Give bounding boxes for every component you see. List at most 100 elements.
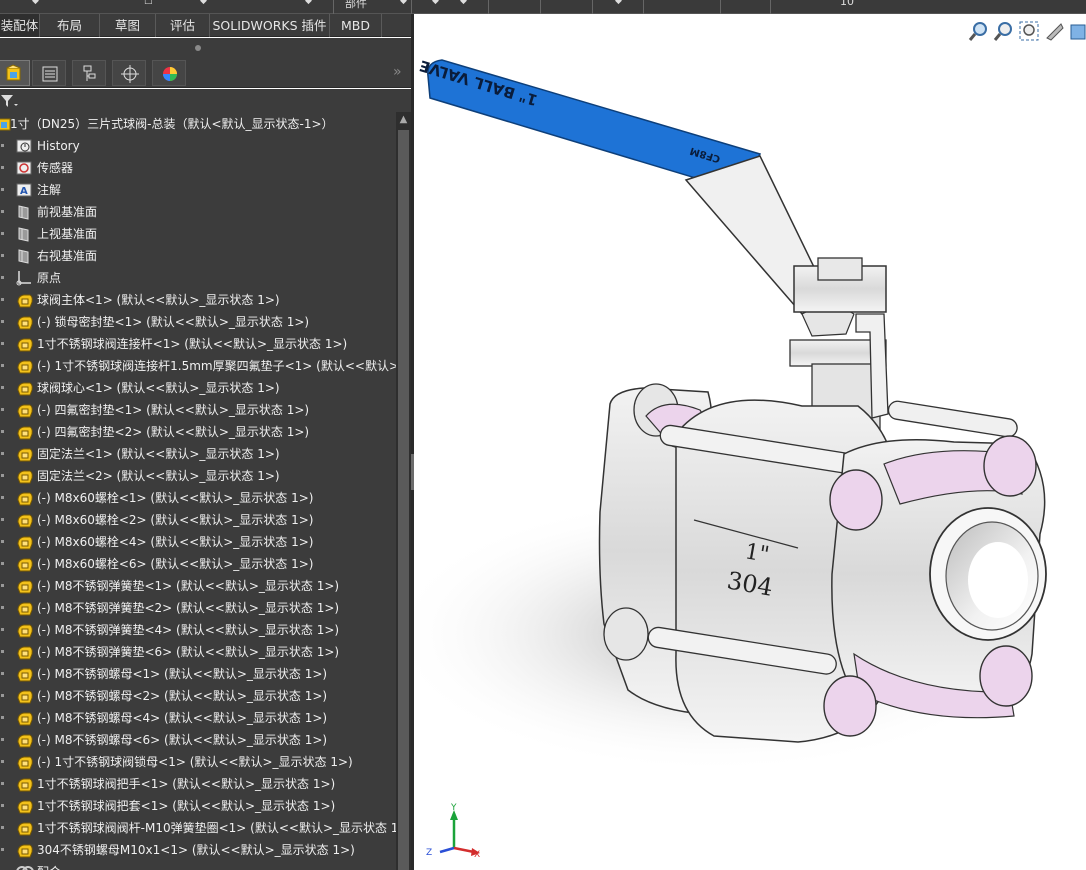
tree-item-label: (-) M8不锈钢弹簧垫<2> (默认<<默认>_显示状态 1>) <box>37 601 340 615</box>
tab-layout[interactable]: 布局 <box>40 14 100 37</box>
tree-item[interactable]: (-) M8不锈钢螺母<4> (默认<<默认>_显示状态 1>) <box>0 707 396 729</box>
dropdown-arrow-icon[interactable]: ◆ <box>615 0 622 6</box>
tree-item[interactable]: (-) 1寸不锈钢球阀连接杆1.5mm厚聚四氟垫子<1> (默认<<默认>_ <box>0 355 396 377</box>
tree-item[interactable]: (-) 四氟密封垫<2> (默认<<默认>_显示状态 1>) <box>0 421 396 443</box>
sensor-icon <box>16 160 32 180</box>
tab-sketch[interactable]: 草图 <box>100 14 156 37</box>
tree-item[interactable]: 配合 <box>0 861 396 870</box>
expand-toggle-icon[interactable] <box>1 320 4 323</box>
dropdown-arrow-icon[interactable]: □ <box>144 0 153 6</box>
tree-item[interactable]: 1寸不锈钢球阀把套<1> (默认<<默认>_显示状态 1>) <box>0 795 396 817</box>
expand-toggle-icon[interactable] <box>1 298 4 301</box>
tree-item[interactable]: History <box>0 135 396 157</box>
tree-item[interactable]: 固定法兰<2> (默认<<默认>_显示状态 1>) <box>0 465 396 487</box>
tree-root-assembly[interactable]: 1寸（DN25）三片式球阀-总装（默认<默认_显示状态-1>） <box>0 113 396 135</box>
expand-toggle-icon[interactable] <box>1 474 4 477</box>
tree-item[interactable]: 304不锈钢螺母M10x1<1> (默认<<默认>_显示状态 1>) <box>0 839 396 861</box>
tree-item[interactable]: (-) M8x60螺栓<2> (默认<<默认>_显示状态 1>) <box>0 509 396 531</box>
dropdown-arrow-icon[interactable]: ◆ <box>32 0 39 6</box>
filter-icon[interactable] <box>0 93 20 109</box>
feature-tree-tab[interactable] <box>0 60 30 86</box>
tree-item[interactable]: 右视基准面 <box>0 245 396 267</box>
expand-toggle-icon[interactable] <box>1 606 4 609</box>
expand-toggle-icon[interactable] <box>1 694 4 697</box>
expand-toggle-icon[interactable] <box>1 650 4 653</box>
expand-toggle-icon[interactable] <box>1 254 4 257</box>
coordinate-triad: Y X Z <box>426 803 480 860</box>
expand-toggle-icon[interactable] <box>1 562 4 565</box>
expand-toggle-icon[interactable] <box>1 408 4 411</box>
expand-toggle-icon[interactable] <box>1 166 4 169</box>
expand-chevron-icon[interactable]: » <box>393 64 402 80</box>
top-toolbar-strip: ◆ □ ◆ ◆ 部件 ◆ ◆ ◆ ◆ 10 <box>0 0 1086 14</box>
dropdown-arrow-icon[interactable]: ◆ <box>460 0 467 6</box>
tree-item[interactable]: (-) M8不锈钢弹簧垫<6> (默认<<默认>_显示状态 1>) <box>0 641 396 663</box>
graphics-area[interactable]: 1" BALL VALVE CF8M 1" 304 Y X Z <box>414 14 1086 870</box>
tree-item[interactable]: (-) M8不锈钢弹簧垫<4> (默认<<默认>_显示状态 1>) <box>0 619 396 641</box>
expand-toggle-icon[interactable] <box>1 386 4 389</box>
tree-vertical-scrollbar[interactable]: ▲ <box>396 112 411 870</box>
tree-item[interactable]: (-) 四氟密封垫<1> (默认<<默认>_显示状态 1>) <box>0 399 396 421</box>
expand-toggle-icon[interactable] <box>1 628 4 631</box>
tab-assembly[interactable]: 装配体 <box>0 14 40 37</box>
tree-item[interactable]: (-) M8不锈钢弹簧垫<2> (默认<<默认>_显示状态 1>) <box>0 597 396 619</box>
expand-toggle-icon[interactable] <box>1 804 4 807</box>
expand-toggle-icon[interactable] <box>1 342 4 345</box>
scroll-up-arrow-icon[interactable]: ▲ <box>396 112 411 128</box>
tree-item[interactable]: 球阀主体<1> (默认<<默认>_显示状态 1>) <box>0 289 396 311</box>
tree-item[interactable]: (-) M8x60螺栓<6> (默认<<默认>_显示状态 1>) <box>0 553 396 575</box>
panel-splitter[interactable] <box>0 38 411 58</box>
tree-item[interactable]: (-) M8不锈钢弹簧垫<1> (默认<<默认>_显示状态 1>) <box>0 575 396 597</box>
tree-item[interactable]: 固定法兰<1> (默认<<默认>_显示状态 1>) <box>0 443 396 465</box>
expand-toggle-icon[interactable] <box>1 430 4 433</box>
expand-toggle-icon[interactable] <box>1 738 4 741</box>
display-manager-tab[interactable] <box>152 60 186 86</box>
tree-item[interactable]: 上视基准面 <box>0 223 396 245</box>
tree-item[interactable]: (-) M8x60螺栓<4> (默认<<默认>_显示状态 1>) <box>0 531 396 553</box>
scroll-thumb[interactable] <box>398 130 409 870</box>
tree-item[interactable]: 1寸不锈钢球阀连接杆<1> (默认<<默认>_显示状态 1>) <box>0 333 396 355</box>
expand-toggle-icon[interactable] <box>1 672 4 675</box>
expand-toggle-icon[interactable] <box>1 848 4 851</box>
tree-item[interactable]: (-) M8不锈钢螺母<1> (默认<<默认>_显示状态 1>) <box>0 663 396 685</box>
dropdown-arrow-icon[interactable]: ◆ <box>200 0 207 6</box>
tab-mbd[interactable]: MBD <box>330 14 382 37</box>
tab-evaluate[interactable]: 评估 <box>156 14 210 37</box>
dropdown-arrow-icon[interactable]: ◆ <box>305 0 312 6</box>
expand-toggle-icon[interactable] <box>1 716 4 719</box>
expand-toggle-icon[interactable] <box>1 826 4 829</box>
tree-item[interactable]: A 注解 <box>0 179 396 201</box>
property-manager-tab[interactable] <box>32 60 66 86</box>
expand-toggle-icon[interactable] <box>1 276 4 279</box>
expand-toggle-icon[interactable] <box>1 144 4 147</box>
dropdown-arrow-icon[interactable]: ◆ <box>400 0 407 6</box>
expand-toggle-icon[interactable] <box>1 540 4 543</box>
expand-toggle-icon[interactable] <box>1 364 4 367</box>
expand-toggle-icon[interactable] <box>1 452 4 455</box>
tab-solidworks-addins[interactable]: SOLIDWORKS 插件 <box>210 14 330 37</box>
expand-toggle-icon[interactable] <box>1 496 4 499</box>
tree-item[interactable]: 前视基准面 <box>0 201 396 223</box>
tree-item[interactable]: 传感器 <box>0 157 396 179</box>
expand-toggle-icon[interactable] <box>1 518 4 521</box>
expand-toggle-icon[interactable] <box>1 760 4 763</box>
tree-item[interactable]: 1寸不锈钢球阀阀杆-M10弹簧垫圈<1> (默认<<默认>_显示状态 1> <box>0 817 396 839</box>
tree-item[interactable]: 1寸不锈钢球阀把手<1> (默认<<默认>_显示状态 1>) <box>0 773 396 795</box>
tree-item[interactable]: (-) 锁母密封垫<1> (默认<<默认>_显示状态 1>) <box>0 311 396 333</box>
tree-item[interactable]: (-) M8x60螺栓<1> (默认<<默认>_显示状态 1>) <box>0 487 396 509</box>
dimxpert-tab[interactable] <box>112 60 146 86</box>
expand-toggle-icon[interactable] <box>1 782 4 785</box>
tree-item[interactable]: 原点 <box>0 267 396 289</box>
expand-toggle-icon[interactable] <box>1 188 4 191</box>
tree-item[interactable]: (-) M8不锈钢螺母<2> (默认<<默认>_显示状态 1>) <box>0 685 396 707</box>
expand-toggle-icon[interactable] <box>1 584 4 587</box>
tree-item[interactable]: (-) M8不锈钢螺母<6> (默认<<默认>_显示状态 1>) <box>0 729 396 751</box>
ball-valve-model[interactable]: 1" BALL VALVE CF8M 1" 304 Y X Z <box>414 14 1086 870</box>
expand-toggle-icon[interactable] <box>1 210 4 213</box>
tree-item[interactable]: (-) 1寸不锈钢球阀锁母<1> (默认<<默认>_显示状态 1>) <box>0 751 396 773</box>
configuration-manager-tab[interactable] <box>72 60 106 86</box>
expand-toggle-icon[interactable] <box>1 232 4 235</box>
tree-item[interactable]: 球阀球心<1> (默认<<默认>_显示状态 1>) <box>0 377 396 399</box>
dropdown-arrow-icon[interactable]: ◆ <box>432 0 439 6</box>
tree-item-label: (-) M8不锈钢螺母<2> (默认<<默认>_显示状态 1>) <box>37 689 328 703</box>
